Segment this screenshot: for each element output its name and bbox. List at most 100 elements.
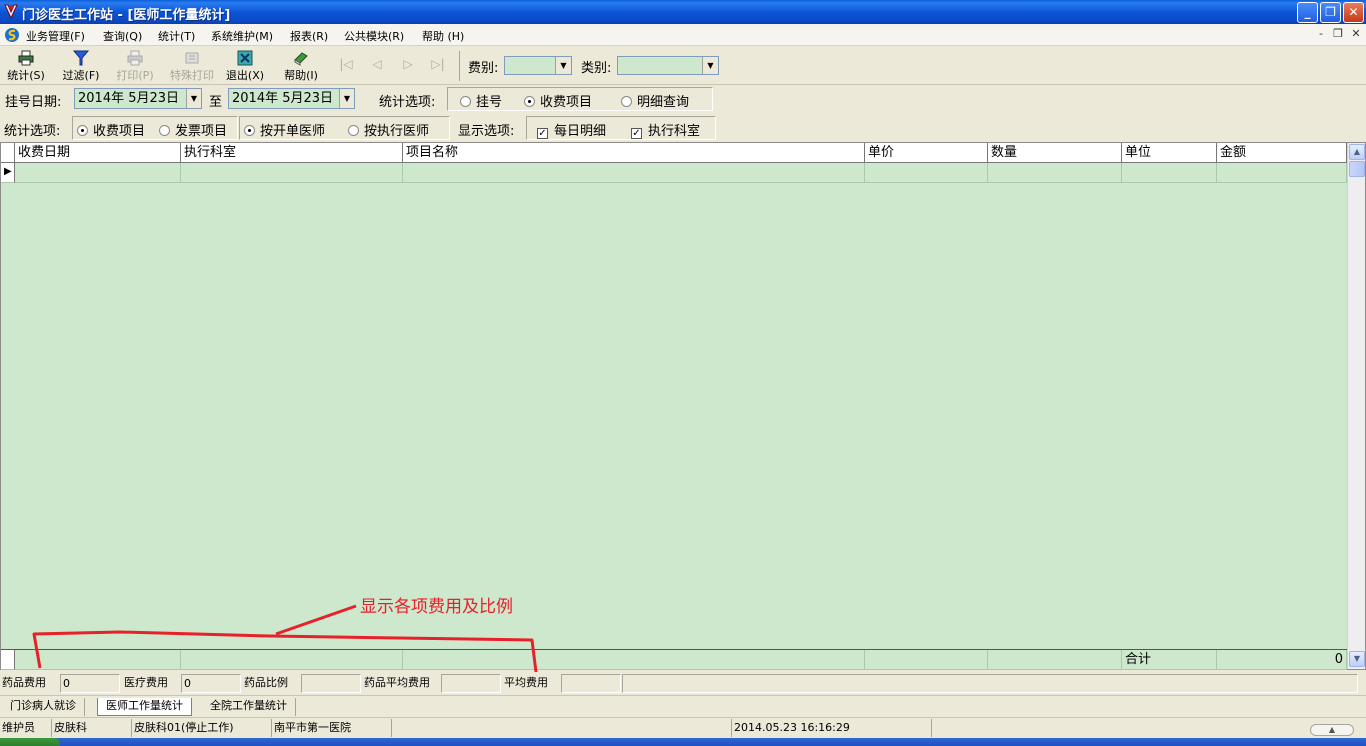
status-department: 皮肤科 (52, 719, 132, 737)
table-cell[interactable] (988, 163, 1122, 183)
filter-row-options: 统计选项: 收费项目 发票项目 按开单医师 按执行医师 显示选项: ✓ 每日明细 … (0, 115, 1366, 141)
date-from-picker[interactable]: 2014年 5月23日 ▼ (74, 88, 202, 109)
radio-icon (348, 125, 359, 136)
table-cell[interactable] (181, 163, 403, 183)
scroll-thumb[interactable] (1349, 161, 1365, 177)
mdi-close-button[interactable]: ✕ (1349, 27, 1363, 40)
tab-doctor-workload[interactable]: 医师工作量统计 (97, 698, 192, 716)
filter-button[interactable]: 过滤(F) (58, 50, 104, 84)
table-cell[interactable] (1217, 163, 1347, 183)
option-charge-item[interactable]: 收费项目 (77, 120, 145, 139)
col-header-quantity[interactable]: 数量 (988, 143, 1122, 163)
table-cell[interactable] (1122, 163, 1217, 183)
data-grid[interactable]: 收费日期 执行科室 项目名称 单价 数量 单位 金额 ▶ 合计 0 ▲ ▼ (0, 142, 1366, 670)
chevron-down-icon: ▼ (702, 57, 718, 74)
menu-report[interactable]: 报表(R) (290, 28, 328, 44)
exit-button[interactable]: 退出(X) (222, 50, 268, 84)
menu-statistics[interactable]: 统计(T) (158, 28, 195, 44)
radio-selected-icon (77, 125, 88, 136)
option-registration[interactable]: 挂号 (460, 91, 502, 110)
row-indicator[interactable]: ▶ (1, 163, 15, 183)
row-pointer-icon: ▶ (4, 166, 12, 177)
summary-row: 药品费用 0 医疗费用 0 药品比例 药品平均费用 平均费用 (0, 672, 1366, 694)
option-ordering-doctor[interactable]: 按开单医师 (244, 120, 325, 139)
toolbar-divider (459, 51, 460, 81)
category-label: 类别: (581, 61, 612, 76)
drug-fee-value: 0 (60, 674, 120, 693)
status-room: 皮肤科01(停止工作) (132, 719, 272, 737)
col-header-unit[interactable]: 单位 (1122, 143, 1217, 163)
printer-disabled-icon (127, 50, 143, 66)
drug-ratio-value (301, 674, 361, 693)
minimize-button[interactable]: _ (1297, 2, 1318, 23)
status-user: 维护员 (0, 719, 52, 737)
start-button[interactable] (0, 738, 60, 746)
mdi-minimize-button[interactable]: - (1314, 27, 1328, 40)
option-charge-items[interactable]: 收费项目 (524, 91, 592, 110)
option-invoice-item[interactable]: 发票项目 (159, 120, 227, 139)
tab-outpatient-visit[interactable]: 门诊病人就诊 (2, 698, 85, 716)
col-header-exec-dept[interactable]: 执行科室 (181, 143, 403, 163)
vertical-scrollbar[interactable]: ▲ ▼ (1347, 143, 1365, 669)
mdi-restore-button[interactable]: ❐ (1331, 27, 1345, 40)
table-cell[interactable] (403, 163, 865, 183)
col-header-amount[interactable]: 金额 (1217, 143, 1347, 163)
display-option-group: ✓ 每日明细 ✓ 执行科室 (526, 116, 716, 140)
fee-select[interactable]: ▼ (504, 56, 572, 75)
check-daily-detail[interactable]: ✓ 每日明细 (537, 120, 606, 139)
filter-label: 过滤(F) (62, 69, 100, 82)
avg-fee-value (561, 674, 621, 693)
check-exec-dept[interactable]: ✓ 执行科室 (631, 120, 700, 139)
menu-query[interactable]: 查询(Q) (103, 28, 142, 44)
status-bar: 维护员 皮肤科 皮肤科01(停止工作) 南平市第一医院 2014.05.23 1… (0, 717, 1366, 737)
chevron-down-icon: ▼ (186, 89, 201, 108)
doctor-type-group: 按开单医师 按执行医师 (239, 116, 450, 140)
col-header-unit-price[interactable]: 单价 (865, 143, 988, 163)
menu-public[interactable]: 公共模块(R) (344, 28, 404, 44)
restore-button[interactable]: ❐ (1320, 2, 1341, 23)
medical-fee-value: 0 (181, 674, 241, 693)
menu-help[interactable]: 帮助 (H) (422, 28, 464, 44)
tab-hospital-workload[interactable]: 全院工作量统计 (202, 698, 296, 716)
nav-last-button[interactable]: ▷| (428, 57, 448, 71)
scroll-up-button[interactable]: ▲ (1349, 144, 1365, 160)
date-from-value: 2014年 5月23日 (78, 91, 180, 106)
item-type-group: 收费项目 发票项目 (72, 116, 238, 140)
footer-cell (181, 650, 403, 670)
nav-first-button[interactable]: |◁ (336, 57, 356, 71)
app-icon (4, 4, 18, 20)
option-ordering-doctor-label: 按开单医师 (260, 124, 326, 139)
stat-label: 统计(S) (7, 69, 45, 82)
close-button[interactable]: ✕ (1343, 2, 1364, 23)
menu-business[interactable]: 业务管理(F) (26, 28, 85, 44)
stat-option-label: 统计选项: (379, 95, 436, 110)
col-header-item-name[interactable]: 项目名称 (403, 143, 865, 163)
toolbar: 统计(S) 过滤(F) 打印(P) 特殊打印 退出(X) 帮助(I) |◁ ◁ … (0, 47, 1366, 85)
check-exec-dept-label: 执行科室 (648, 124, 701, 139)
option-detail-query[interactable]: 明细查询 (621, 91, 689, 110)
radio-icon (159, 125, 170, 136)
menu-system[interactable]: 系统维护(M) (211, 28, 273, 44)
chevron-up-icon[interactable]: ▲ (1310, 724, 1354, 736)
footer-cell (988, 650, 1122, 670)
scroll-down-button[interactable]: ▼ (1349, 651, 1365, 667)
help-button[interactable]: 帮助(I) (278, 50, 324, 84)
print-button[interactable]: 打印(P) (112, 50, 158, 84)
col-header-charge-date[interactable]: 收费日期 (15, 143, 181, 163)
stat-button[interactable]: 统计(S) (4, 50, 48, 84)
date-to-picker[interactable]: 2014年 5月23日 ▼ (228, 88, 355, 109)
avg-fee-label: 平均费用 (504, 676, 548, 689)
to-label: 至 (209, 95, 223, 110)
table-cell[interactable] (15, 163, 181, 183)
print-label: 打印(P) (116, 69, 154, 82)
radio-icon (460, 96, 471, 107)
table-cell[interactable] (865, 163, 988, 183)
logo-icon (5, 28, 19, 42)
nav-next-button[interactable]: ▷ (398, 57, 418, 71)
special-print-button[interactable]: 特殊打印 (164, 50, 220, 84)
option-executing-doctor[interactable]: 按执行医师 (348, 120, 429, 139)
footer-total-value: 0 (1217, 650, 1347, 670)
status-hospital: 南平市第一医院 (272, 719, 392, 737)
nav-prev-button[interactable]: ◁ (367, 57, 387, 71)
category-select[interactable]: ▼ (617, 56, 719, 75)
